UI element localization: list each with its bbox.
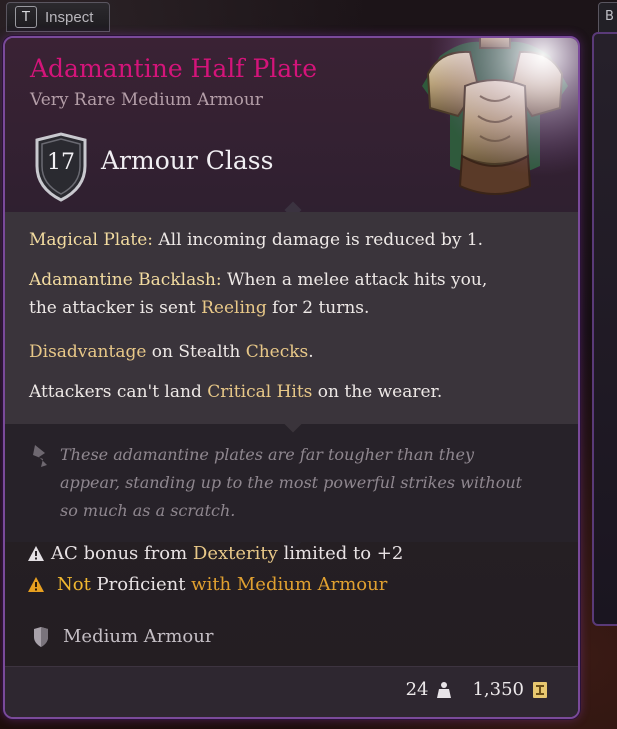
effect-adamantine-backlash: Adamantine Backlash: When a melee attack… (29, 266, 487, 322)
weight-icon (437, 681, 452, 698)
inspect-tab[interactable]: T Inspect (6, 2, 110, 32)
quill-icon (33, 445, 47, 467)
warning-orange-icon (28, 577, 44, 592)
side-tab-key: B (605, 9, 614, 24)
inspect-key-badge: T (15, 6, 37, 28)
effect-stealth-disadvantage: Disadvantage on Stealth Checks. (29, 338, 314, 366)
proficient-text: Proficient (90, 574, 192, 595)
armour-type-label: Medium Armour (63, 626, 214, 647)
flavor-text: These adamantine plates are far tougher … (60, 445, 523, 520)
tooltip-header: Adamantine Half Plate Very Rare Medium A… (5, 38, 578, 216)
armour-type-row: Medium Armour (33, 626, 213, 647)
effect-magical-plate: Magical Plate: All incoming damage is re… (29, 226, 483, 254)
dexterity-link[interactable]: Dexterity (193, 543, 278, 564)
not-text: Not (57, 574, 91, 595)
armour-class-value: 17 (47, 150, 75, 175)
effect-backlash-text2b: for 2 turns. (266, 298, 370, 318)
item-tooltip: Adamantine Half Plate Very Rare Medium A… (3, 36, 580, 719)
inspect-label: Inspect (45, 8, 94, 26)
stealth-text: on Stealth (146, 342, 246, 362)
armour-class-label: Armour Class (101, 146, 274, 175)
proficiency-row: Not Proficient with Medium Armour (27, 574, 387, 595)
price-value: 1,350 (472, 679, 524, 700)
side-tab[interactable]: B (598, 2, 617, 34)
effect-backlash-text2a: the attacker is sent (29, 298, 202, 318)
effect-magical-plate-text: All incoming damage is reduced by 1. (153, 230, 484, 250)
dex-text-start: AC bonus from (51, 543, 193, 564)
dex-limit-row: AC bonus from Dexterity limited to +2 (27, 543, 403, 564)
dex-text-end: limited to +2 (277, 543, 404, 564)
tooltip-footer: 24 1,350 (5, 666, 578, 717)
effect-critical-immunity: Attackers can't land Critical Hits on th… (29, 378, 442, 406)
effect-magical-plate-title: Magical Plate: (29, 230, 153, 250)
reeling-link[interactable]: Reeling (201, 298, 267, 318)
warning-icon (28, 546, 44, 561)
effect-backlash-text1: When a melee attack hits you, (221, 270, 488, 290)
gold-coin-icon (533, 681, 547, 698)
armour-image-icon (400, 38, 578, 216)
item-rarity-type: Very Rare Medium Armour (30, 90, 263, 110)
item-name: Adamantine Half Plate (30, 54, 318, 83)
item-effects: Magical Plate: All incoming damage is re… (5, 212, 578, 424)
side-panel (592, 32, 617, 626)
disadvantage-link[interactable]: Disadvantage (29, 342, 146, 362)
medium-armour-proficiency-link[interactable]: with Medium Armour (191, 574, 387, 595)
crit-text-start: Attackers can't land (29, 382, 208, 402)
shield-small-icon (34, 626, 48, 647)
critical-hits-link[interactable]: Critical Hits (207, 382, 312, 402)
checks-link[interactable]: Checks (246, 342, 309, 362)
effect-backlash-title: Adamantine Backlash: (29, 270, 222, 290)
stealth-end: . (308, 342, 314, 362)
weight-value: 24 (405, 679, 429, 700)
crit-text-end: on the wearer. (312, 382, 443, 402)
